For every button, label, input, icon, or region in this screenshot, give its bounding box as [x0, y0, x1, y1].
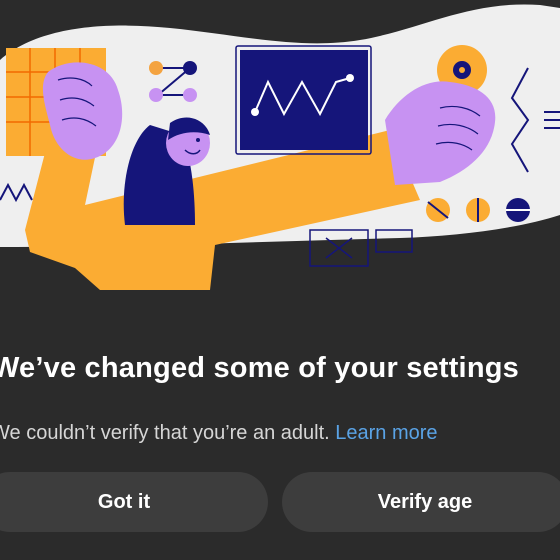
got-it-button[interactable]: Got it	[0, 472, 268, 532]
chart-monitor-icon	[235, 45, 372, 155]
verify-age-button[interactable]: Verify age	[282, 472, 560, 532]
dialog-message-row: We couldn’t verify that you’re an adult.…	[0, 422, 438, 445]
learn-more-link[interactable]: Learn more	[335, 422, 437, 444]
dialog-message: We couldn’t verify that you’re an adult.	[0, 422, 330, 444]
dialog-title: We’ve changed some of your settings	[0, 352, 519, 384]
hero-illustration	[0, 4, 560, 290]
circle-icons	[426, 198, 530, 222]
